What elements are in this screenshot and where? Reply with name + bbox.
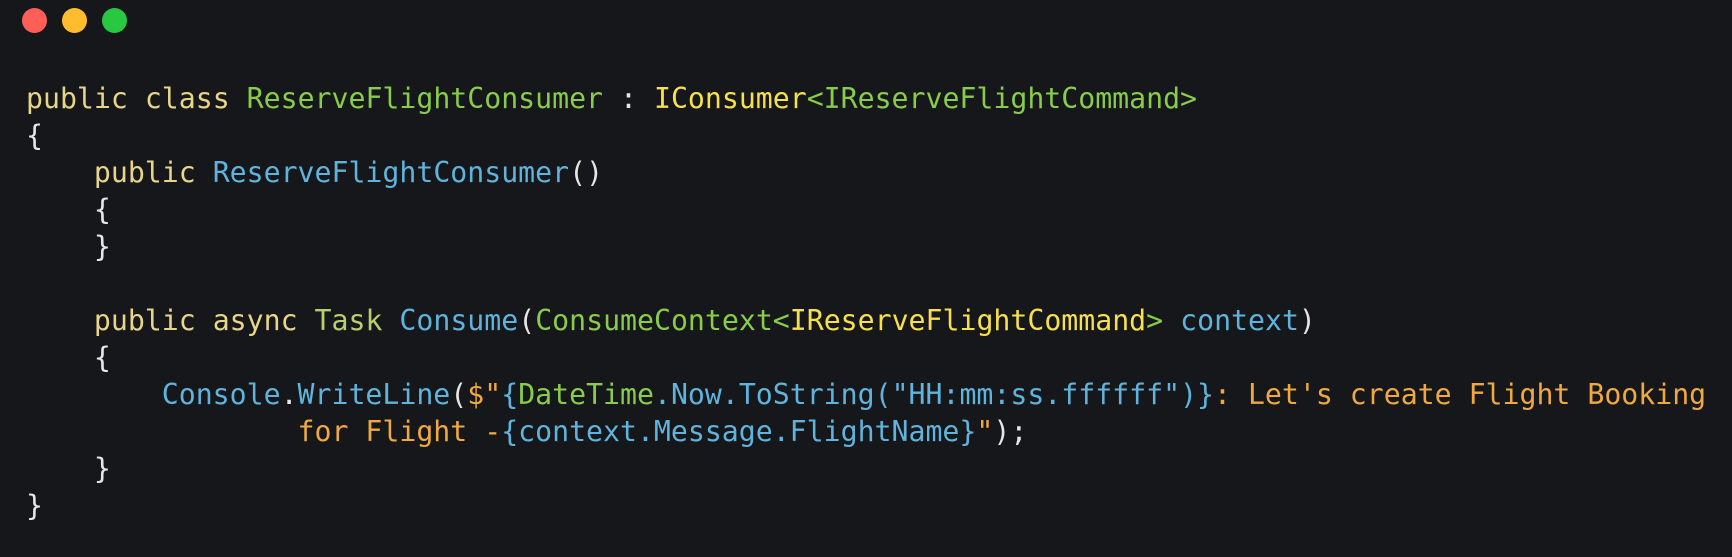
- token-punctuation: (): [569, 156, 604, 189]
- code-line-5: }: [26, 228, 1706, 265]
- token-brace: {: [26, 119, 43, 152]
- token-constructor: ReserveFlightConsumer: [212, 156, 570, 189]
- token-punctuation: (: [518, 304, 536, 337]
- code-line-1: public class ReserveFlightConsumer : ICo…: [26, 80, 1706, 117]
- token-brace: {: [93, 341, 111, 374]
- token-string: $": [467, 378, 502, 411]
- code-line-9: Console.WriteLine($"{DateTime.Now.ToStri…: [26, 376, 1706, 413]
- token-format-string: "HH:mm:ss.ffffff": [891, 378, 1181, 411]
- code-line-10: for Flight -{context.Message.FlightName}…: [26, 413, 1706, 450]
- token-brace: }: [93, 230, 111, 263]
- token-brace: {: [93, 193, 111, 226]
- code-line-3: public ReserveFlightConsumer(): [26, 154, 1706, 191]
- title-bar: [0, 0, 1732, 42]
- code-line-11: }: [26, 450, 1706, 487]
- token-keyword: class: [144, 82, 230, 115]
- token-keyword: async: [212, 304, 298, 337]
- token-generic-type: <IReserveFlightCommand>: [806, 82, 1198, 115]
- code-line-4: {: [26, 191, 1706, 228]
- token-string: ": [976, 415, 994, 448]
- token-interpolation: {context.Message.FlightName}: [501, 415, 977, 448]
- minimize-button[interactable]: [62, 8, 87, 33]
- token-parameter: context: [1180, 304, 1299, 337]
- token-interpolation: {: [501, 378, 519, 411]
- token-class-name: ReserveFlightConsumer: [246, 82, 604, 115]
- code-line-2: {: [26, 117, 1706, 154]
- code-line-12: }: [26, 487, 1706, 524]
- token-interface: IConsumer: [653, 82, 807, 115]
- token-keyword: public: [26, 82, 128, 115]
- token-punctuation: ): [1298, 304, 1316, 337]
- token-brace: }: [93, 452, 111, 485]
- token-generic-type: ConsumeContext<: [535, 304, 790, 337]
- code-window: public class ReserveFlightConsumer : ICo…: [0, 0, 1732, 557]
- token-punctuation: .: [280, 378, 298, 411]
- code-line-7: public async Task Consume(ConsumeContext…: [26, 302, 1706, 339]
- token-type: Task: [314, 304, 383, 337]
- code-line-8: {: [26, 339, 1706, 376]
- token-keyword: public: [93, 156, 196, 189]
- token-generic-type: >: [1146, 304, 1164, 337]
- close-button[interactable]: [22, 8, 47, 33]
- token-method-call: WriteLine: [297, 378, 451, 411]
- token-keyword: public: [93, 304, 196, 337]
- token-class-ref: Console: [161, 378, 281, 411]
- token-punctuation: );: [993, 415, 1028, 448]
- token-punctuation: (: [450, 378, 468, 411]
- token-method-name: Consume: [399, 304, 519, 337]
- token-interpolation: )}: [1180, 378, 1215, 411]
- maximize-button[interactable]: [102, 8, 127, 33]
- token-member-access: .Now.ToString(: [653, 378, 892, 411]
- token-string: for Flight -: [297, 415, 502, 448]
- token-type-ref: DateTime: [518, 378, 654, 411]
- token-punctuation: :: [603, 82, 654, 115]
- token-interface: IReserveFlightCommand: [789, 304, 1147, 337]
- token-string: : Let's create Flight Booking: [1214, 378, 1707, 411]
- code-block: public class ReserveFlightConsumer : ICo…: [26, 80, 1706, 524]
- token-brace: }: [26, 489, 43, 522]
